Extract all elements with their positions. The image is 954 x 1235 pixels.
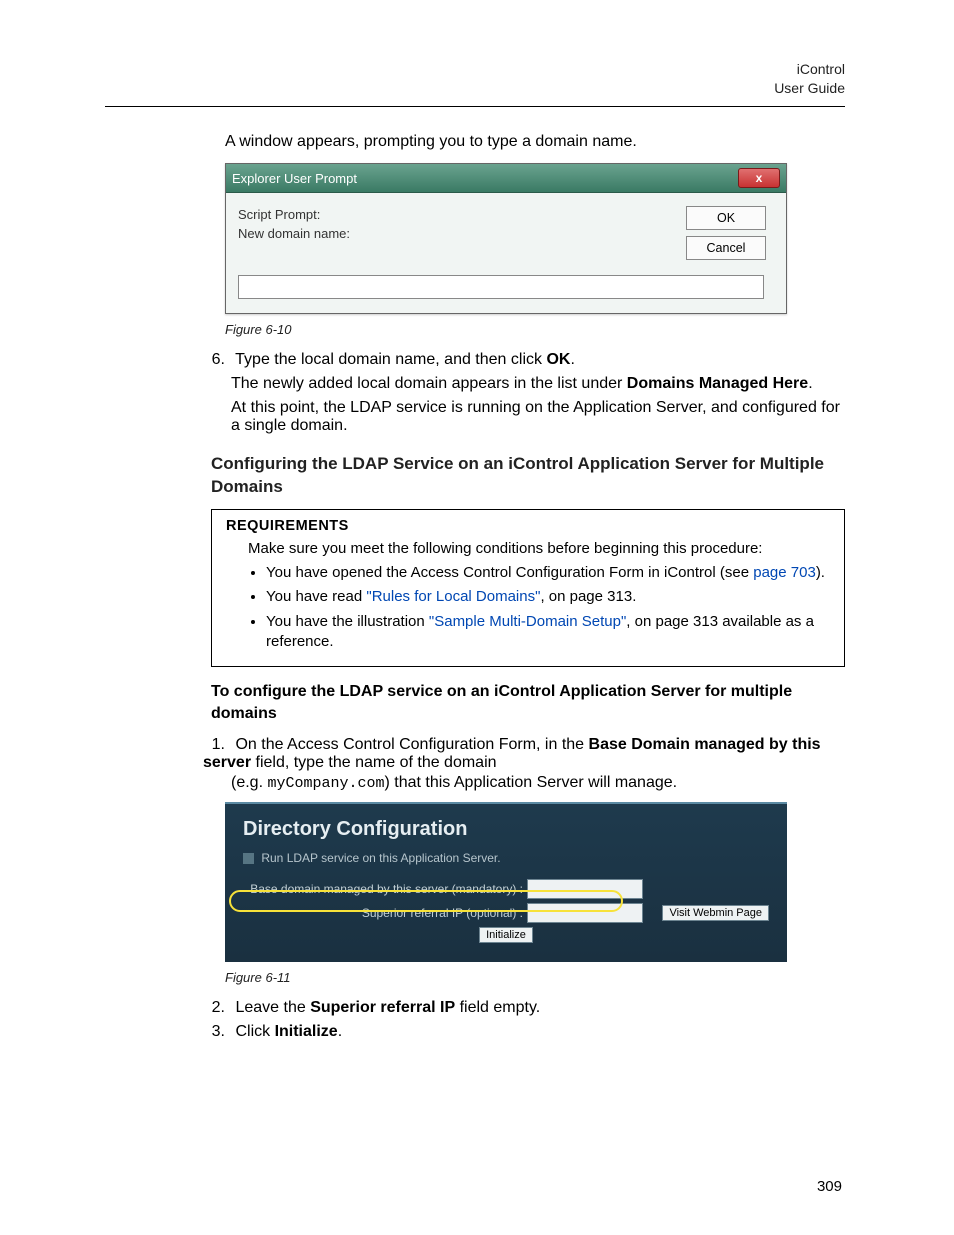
intro-paragraph: A window appears, prompting you to type … [225,131,845,153]
visit-webmin-button[interactable]: Visit Webmin Page [662,905,769,921]
dialog-title-bar: Explorer User Prompt x [226,164,786,193]
explorer-user-prompt-dialog: Explorer User Prompt x Script Prompt: Ne… [225,163,787,314]
new-domain-label: New domain name: [238,226,686,241]
dialog-title: Explorer User Prompt [232,171,738,186]
requirement-item: You have opened the Access Control Confi… [266,563,830,583]
step-1: 1. On the Access Control Configuration F… [203,736,845,792]
run-ldap-checkbox-row[interactable]: Run LDAP service on this Application Ser… [243,851,769,865]
step-2: 2. Leave the Superior referral IP field … [203,999,845,1017]
requirement-item: You have read "Rules for Local Domains",… [266,587,830,607]
prompt-labels: Script Prompt: New domain name: [238,203,686,263]
initialize-button[interactable]: Initialize [479,927,533,943]
figure-6-10-caption: Figure 6-10 [225,322,845,337]
doc-title: User Guide [105,79,845,98]
superior-referral-input[interactable] [527,903,643,923]
rules-local-domains-link[interactable]: "Rules for Local Domains" [366,588,540,605]
superior-referral-label: Superior referral IP (optional) : [243,906,527,920]
script-prompt-label: Script Prompt: [238,207,686,222]
domain-name-input[interactable] [238,275,764,299]
requirement-item: You have the illustration "Sample Multi-… [266,612,830,653]
checkbox-icon [243,853,254,864]
panel-title: Directory Configuration [243,818,769,841]
requirements-lead: Make sure you meet the following conditi… [248,540,830,557]
step-3: 3. Click Initialize. [203,1023,845,1041]
run-ldap-label: Run LDAP service on this Application Ser… [261,851,500,865]
figure-6-11-caption: Figure 6-11 [225,970,845,985]
directory-configuration-panel: Directory Configuration Run LDAP service… [225,802,787,962]
subsection-heading: Configuring the LDAP Service on an iCont… [211,453,845,499]
ok-button[interactable]: OK [686,206,766,230]
procedure-lead: To configure the LDAP service on an iCon… [211,681,845,726]
requirements-title: REQUIREMENTS [226,518,830,534]
base-domain-input[interactable] [527,879,643,899]
product-name: iControl [105,60,845,79]
close-button[interactable]: x [738,168,780,188]
page-number: 309 [817,1178,842,1195]
base-domain-label: Base domain managed by this server (mand… [243,882,527,896]
requirements-box: REQUIREMENTS Make sure you meet the foll… [211,509,845,667]
step-6: 6. Type the local domain name, and then … [203,351,845,435]
header-rule [105,106,845,107]
close-icon: x [756,171,763,185]
sample-multidomain-link[interactable]: "Sample Multi-Domain Setup" [429,613,626,630]
page-703-link[interactable]: page 703 [753,564,816,581]
page-header: iControl User Guide [105,60,845,98]
cancel-button[interactable]: Cancel [686,236,766,260]
